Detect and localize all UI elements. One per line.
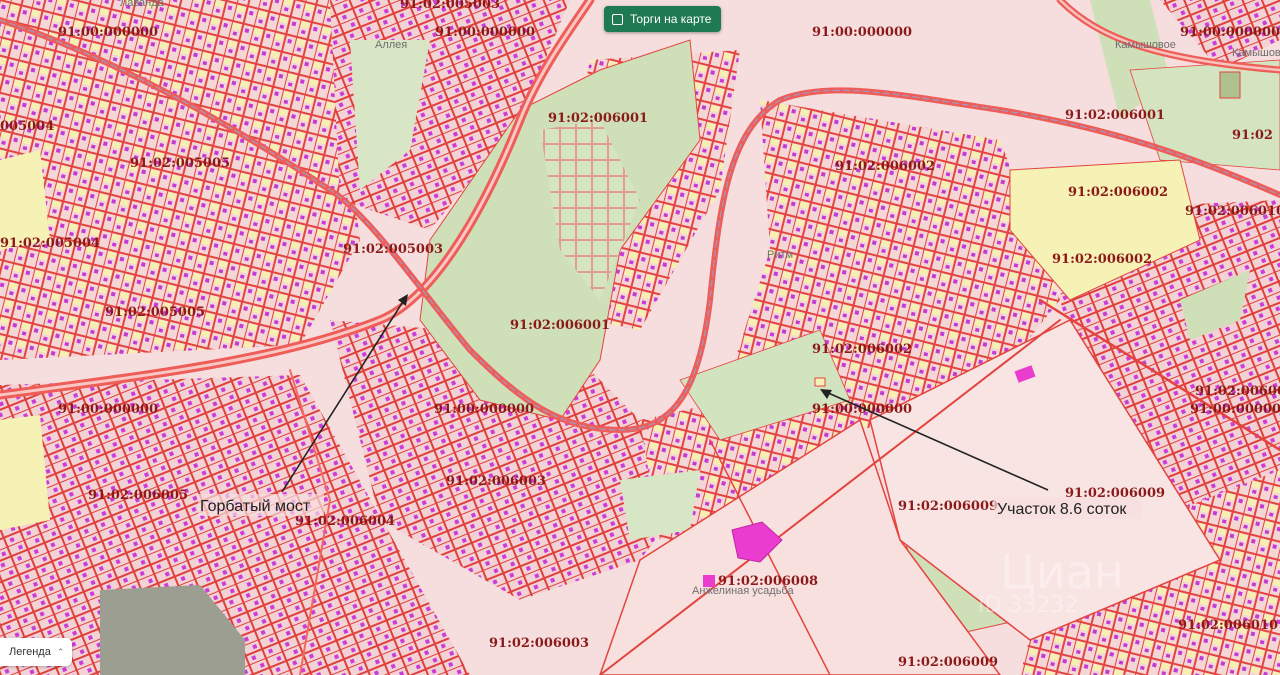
place-label: Аллея xyxy=(375,39,407,51)
cadastral-number: 91:00:000000 xyxy=(434,402,534,417)
svg-text:ID 33232...: ID 33232... xyxy=(978,593,1099,618)
auctions-on-map-toggle[interactable]: Торги на карте xyxy=(604,6,722,32)
auctions-toggle-label: Торги на карте xyxy=(630,12,712,26)
cadastral-number: 91:02:006003 xyxy=(446,474,546,489)
cadastral-number: 91:00:000000 xyxy=(1190,402,1280,417)
cadastral-number: 91:02:006001 xyxy=(1065,108,1165,123)
cadastral-number: 91:02:006004 xyxy=(295,514,395,529)
cadastral-number: 91:02:006001 xyxy=(1195,384,1280,399)
cadastral-number: 91:02:006002 xyxy=(835,159,935,174)
cadastral-number: 91:00:000000 xyxy=(812,402,912,417)
cadastral-number: 91:02:006010 xyxy=(1185,204,1280,219)
cadastral-number: 91:02:005005 xyxy=(130,156,230,171)
cadastral-number: 91:00:000000 xyxy=(58,25,158,40)
place-label: Лаванда xyxy=(120,0,165,9)
place-label: Камышовое xyxy=(1115,39,1176,51)
cadastral-number: 91:02:006001 xyxy=(510,318,610,333)
cadastral-number: 91:00:000000 xyxy=(435,25,535,40)
cadastral-number: 91:00:000000 xyxy=(1180,25,1280,40)
cadastral-map[interactable]: Циан ID 33232... Лаванда Аллея Ритм Анже… xyxy=(0,0,1280,675)
cadastral-number: 91:02:006005 xyxy=(88,488,188,503)
cadastral-number: 91:02 xyxy=(1232,128,1273,143)
place-label: Ритм xyxy=(767,249,793,261)
legend-label: Легенда xyxy=(9,646,51,658)
cadastral-number: 91:02:006010 xyxy=(1178,618,1278,633)
cadastral-number: 91:02:006001 xyxy=(548,111,648,126)
cadastral-number: 91:02:005003 xyxy=(343,242,443,257)
cadastral-number: 91:02:006009 xyxy=(898,499,998,514)
cadastral-number: 91:02:005003 xyxy=(400,0,500,12)
cadastral-number: 91:02:006002 xyxy=(1068,185,1168,200)
bridge-label: Горбатый мост xyxy=(200,498,311,515)
cadastral-number: 91:02:006002 xyxy=(812,342,912,357)
cadastral-number: 91:02:005005 xyxy=(105,305,205,320)
cadastral-number: 91:02:006003 xyxy=(489,636,589,651)
cadastral-number: 91:00:000000 xyxy=(58,402,158,417)
cadastral-number: 91:02:006009 xyxy=(898,655,998,670)
chevron-up-icon: ⌃ xyxy=(56,646,65,657)
place-label: Камышов xyxy=(1232,47,1280,59)
cadastral-number: 91:02:006002 xyxy=(1052,252,1152,267)
cadastral-number: 91:02:005004 xyxy=(0,236,100,251)
cadastral-number: 005004 xyxy=(0,119,54,134)
plot-label: Участок 8.6 соток xyxy=(997,501,1127,518)
legend-button[interactable]: Легенда ⌃ xyxy=(0,638,72,666)
cadastral-number: 91:02:006008 xyxy=(718,574,818,589)
svg-text:Циан: Циан xyxy=(1000,545,1124,599)
checkbox-icon[interactable] xyxy=(612,13,623,25)
cadastral-number: 91:00:000000 xyxy=(812,25,912,40)
